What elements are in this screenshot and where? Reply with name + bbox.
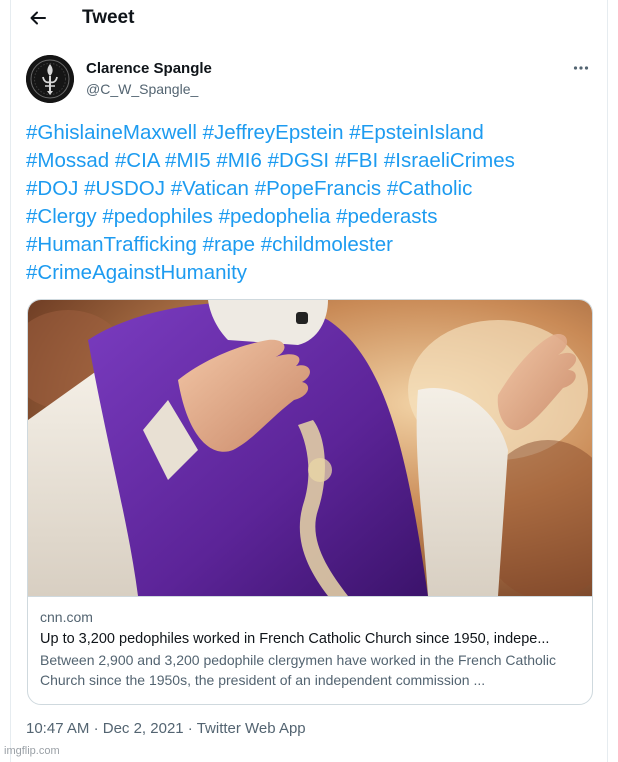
hashtag-link[interactable]: #GhislaineMaxwell <box>26 121 197 144</box>
hashtag-link[interactable]: #FBI <box>335 149 378 172</box>
hashtag-link[interactable]: #USDOJ <box>84 177 165 200</box>
tweet-time[interactable]: 10:47 AM <box>26 720 89 737</box>
tweet-metadata: 10:47 AM · Dec 2, 2021 · Twitter Web App <box>26 720 306 737</box>
hashtag-link[interactable]: #rape <box>203 233 255 256</box>
card-domain: cnn.com <box>40 609 93 625</box>
tweet-line: #Mossad #CIA #MI5 #MI6 #DGSI #FBI #Israe… <box>26 147 594 175</box>
tweet-author: Clarence Spangle @C_W_Spangle_ <box>26 55 596 105</box>
tweet-source[interactable]: Twitter Web App <box>197 720 306 737</box>
arrow-left-icon <box>30 11 46 25</box>
tweet-line: #HumanTrafficking #rape #childmolester <box>26 231 594 259</box>
hashtag-link[interactable]: #Vatican <box>171 177 249 200</box>
hashtag-link[interactable]: #MI6 <box>216 149 262 172</box>
card-description: Between 2,900 and 3,200 pedophile clergy… <box>40 652 556 688</box>
hashtag-link[interactable]: #EpsteinIsland <box>349 121 483 144</box>
hashtag-link[interactable]: #pedophelia <box>219 205 331 228</box>
tweet-line: #GhislaineMaxwell #JeffreyEpstein #Epste… <box>26 119 594 147</box>
hashtag-link[interactable]: #Clergy <box>26 205 97 228</box>
card-image <box>28 300 592 596</box>
more-options-button[interactable] <box>568 57 594 79</box>
hashtag-link[interactable]: #IsraeliCrimes <box>384 149 515 172</box>
meta-separator: · <box>187 720 193 737</box>
tweet-text: #GhislaineMaxwell #JeffreyEpstein #Epste… <box>26 119 594 287</box>
back-button[interactable] <box>24 4 52 32</box>
hashtag-link[interactable]: #childmolester <box>261 233 393 256</box>
card-body: cnn.com Up to 3,200 pedophiles worked in… <box>28 596 592 704</box>
link-preview-card[interactable]: cnn.com Up to 3,200 pedophiles worked in… <box>27 299 593 705</box>
avatar[interactable] <box>26 55 74 103</box>
meta-separator: · <box>93 720 99 737</box>
hashtag-link[interactable]: #PopeFrancis <box>255 177 381 200</box>
hashtag-link[interactable]: #pedophiles <box>102 205 213 228</box>
hashtag-link[interactable]: #MI5 <box>165 149 211 172</box>
hashtag-link[interactable]: #DOJ <box>26 177 78 200</box>
tweet-line: #DOJ #USDOJ #Vatican #PopeFrancis #Catho… <box>26 175 594 203</box>
page-title: Tweet <box>82 7 135 28</box>
tweet-line: #Clergy #pedophiles #pedophelia #pederas… <box>26 203 594 231</box>
hashtag-link[interactable]: #Catholic <box>387 177 472 200</box>
author-handle[interactable]: @C_W_Spangle_ <box>86 81 198 97</box>
imgflip-watermark: imgflip.com <box>4 745 60 757</box>
hashtag-link[interactable]: #Mossad <box>26 149 109 172</box>
more-horizontal-icon <box>573 66 589 70</box>
card-title: Up to 3,200 pedophiles worked in French … <box>40 631 550 647</box>
hashtag-link[interactable]: #CrimeAgainstHumanity <box>26 261 247 284</box>
hashtag-link[interactable]: #CIA <box>115 149 159 172</box>
author-display-name[interactable]: Clarence Spangle <box>86 60 212 77</box>
hashtag-link[interactable]: #JeffreyEpstein <box>203 121 344 144</box>
avatar-emblem-icon <box>26 55 74 103</box>
page-header: Tweet <box>0 0 618 38</box>
hashtag-link[interactable]: #HumanTrafficking <box>26 233 197 256</box>
tweet-date[interactable]: Dec 2, 2021 <box>103 720 184 737</box>
tweet-line: #CrimeAgainstHumanity <box>26 259 594 287</box>
hashtag-link[interactable]: #DGSI <box>268 149 330 172</box>
hashtag-link[interactable]: #pederasts <box>336 205 437 228</box>
